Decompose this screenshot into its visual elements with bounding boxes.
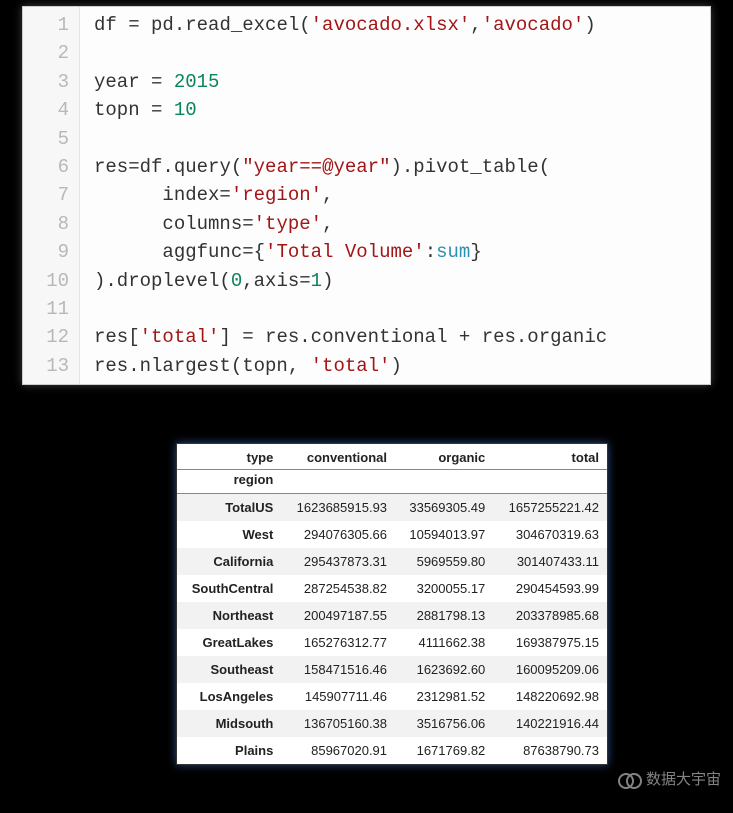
line-number: 5	[31, 125, 69, 153]
col-header: conventional	[281, 444, 395, 470]
row-header: LosAngeles	[177, 683, 281, 710]
code-line: aggfunc={'Total Volume':sum}	[94, 238, 607, 266]
table-row: California295437873.315969559.8030140743…	[177, 548, 607, 575]
index-name-header: region	[177, 470, 281, 494]
code-block: 12345678910111213 df = pd.read_excel('av…	[22, 6, 711, 385]
cell: 148220692.98	[493, 683, 607, 710]
pivot-table: type conventional organic total region T…	[177, 444, 607, 764]
code-line: index='region',	[94, 181, 607, 209]
table-row: LosAngeles145907711.462312981.5214822069…	[177, 683, 607, 710]
table-row: SouthCentral287254538.823200055.17290454…	[177, 575, 607, 602]
table-row: Midsouth136705160.383516756.06140221916.…	[177, 710, 607, 737]
cell: 290454593.99	[493, 575, 607, 602]
cell: 169387975.15	[493, 629, 607, 656]
cell: 87638790.73	[493, 737, 607, 764]
watermark-text: 数据大宇宙	[646, 768, 721, 789]
code-line: year = 2015	[94, 68, 607, 96]
cell: 3516756.06	[395, 710, 493, 737]
cell: 294076305.66	[281, 521, 395, 548]
table-row: West294076305.6610594013.97304670319.63	[177, 521, 607, 548]
row-header: West	[177, 521, 281, 548]
cell: 1623685915.93	[281, 494, 395, 522]
code-line	[94, 125, 607, 153]
row-header: SouthCentral	[177, 575, 281, 602]
line-number: 13	[31, 352, 69, 380]
line-number: 1	[31, 11, 69, 39]
code-line: res['total'] = res.conventional + res.or…	[94, 323, 607, 351]
cell: 1671769.82	[395, 737, 493, 764]
cell: 295437873.31	[281, 548, 395, 575]
cell: 165276312.77	[281, 629, 395, 656]
table-row: Northeast200497187.552881798.13203378985…	[177, 602, 607, 629]
line-number: 3	[31, 68, 69, 96]
code-gutter: 12345678910111213	[23, 7, 80, 384]
cell: 5969559.80	[395, 548, 493, 575]
col-header: organic	[395, 444, 493, 470]
cell: 160095209.06	[493, 656, 607, 683]
cell: 158471516.46	[281, 656, 395, 683]
cell: 200497187.55	[281, 602, 395, 629]
table-row: Plains85967020.911671769.8287638790.73	[177, 737, 607, 764]
code-line: ).droplevel(0,axis=1)	[94, 267, 607, 295]
cell: 33569305.49	[395, 494, 493, 522]
code-line: res.nlargest(topn, 'total')	[94, 352, 607, 380]
cell: 10594013.97	[395, 521, 493, 548]
watermark: 数据大宇宙	[618, 768, 721, 789]
output-table: type conventional organic total region T…	[176, 443, 608, 765]
col-header: total	[493, 444, 607, 470]
row-header: Southeast	[177, 656, 281, 683]
row-header: Midsouth	[177, 710, 281, 737]
code-line: topn = 10	[94, 96, 607, 124]
line-number: 8	[31, 210, 69, 238]
code-line	[94, 39, 607, 67]
cell: 140221916.44	[493, 710, 607, 737]
row-header: California	[177, 548, 281, 575]
table-row: TotalUS1623685915.9333569305.49165725522…	[177, 494, 607, 522]
row-header: GreatLakes	[177, 629, 281, 656]
table-row: Southeast158471516.461623692.60160095209…	[177, 656, 607, 683]
code-line: columns='type',	[94, 210, 607, 238]
code-line: res=df.query("year==@year").pivot_table(	[94, 153, 607, 181]
cell: 287254538.82	[281, 575, 395, 602]
code-line: df = pd.read_excel('avocado.xlsx','avoca…	[94, 11, 607, 39]
line-number: 4	[31, 96, 69, 124]
cell: 145907711.46	[281, 683, 395, 710]
line-number: 9	[31, 238, 69, 266]
cell: 3200055.17	[395, 575, 493, 602]
code-source: df = pd.read_excel('avocado.xlsx','avoca…	[80, 7, 617, 384]
cell: 1623692.60	[395, 656, 493, 683]
row-header: TotalUS	[177, 494, 281, 522]
cell: 203378985.68	[493, 602, 607, 629]
line-number: 10	[31, 267, 69, 295]
row-header: Northeast	[177, 602, 281, 629]
cell: 304670319.63	[493, 521, 607, 548]
line-number: 2	[31, 39, 69, 67]
columns-name-header: type	[177, 444, 281, 470]
line-number: 7	[31, 181, 69, 209]
cell: 136705160.38	[281, 710, 395, 737]
cell: 1657255221.42	[493, 494, 607, 522]
cell: 301407433.11	[493, 548, 607, 575]
table-row: GreatLakes165276312.774111662.3816938797…	[177, 629, 607, 656]
cell: 4111662.38	[395, 629, 493, 656]
cell: 2312981.52	[395, 683, 493, 710]
row-header: Plains	[177, 737, 281, 764]
wechat-icon	[618, 770, 640, 788]
line-number: 6	[31, 153, 69, 181]
line-number: 11	[31, 295, 69, 323]
cell: 2881798.13	[395, 602, 493, 629]
line-number: 12	[31, 323, 69, 351]
cell: 85967020.91	[281, 737, 395, 764]
code-line	[94, 295, 607, 323]
